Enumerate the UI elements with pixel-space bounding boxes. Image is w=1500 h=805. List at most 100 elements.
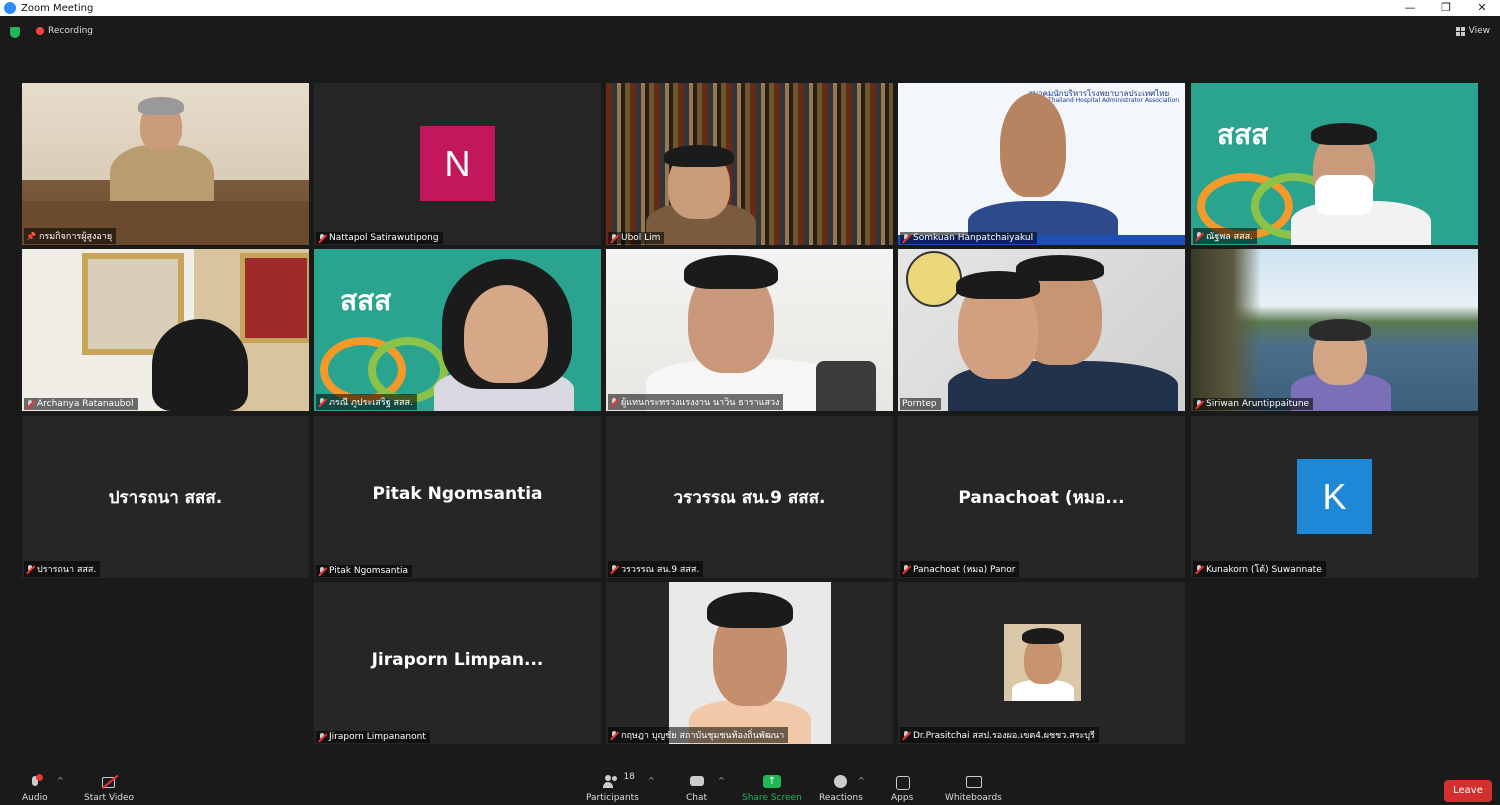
apps-button[interactable]: Apps <box>891 774 913 803</box>
participant-name: กฤษฎา บุญชัย สถาบันชุมชนท้องถิ่นพัฒนา <box>621 731 785 741</box>
video-tile[interactable]: สสส ภรณี ภูประเสริฐ สสส. <box>314 249 601 411</box>
participant-name: Nattapol Satirawutipong <box>329 233 439 243</box>
view-label: View <box>1468 26 1490 36</box>
whiteboards-button[interactable]: Whiteboards <box>945 774 1002 803</box>
video-tile[interactable]: ผู้แทนกระทรวงแรงงาน นาวิน ธาราแสวง <box>606 249 893 411</box>
video-tile[interactable]: กฤษฎา บุญชัย สถาบันชุมชนท้องถิ่นพัฒนา <box>606 582 893 744</box>
participant-name: Jiraporn Limpananont <box>329 732 426 742</box>
close-button[interactable]: ✕ <box>1464 0 1500 16</box>
muted-mic-icon <box>1195 399 1203 409</box>
participant-video <box>606 83 893 245</box>
video-tile-active-speaker[interactable]: Porntep <box>898 249 1185 411</box>
participant-nametag: Jiraporn Limpananont <box>316 731 430 743</box>
participant-video <box>22 249 309 411</box>
video-tile[interactable]: 📌 กรมกิจการผู้สูงอายุ <box>22 83 309 245</box>
participant-name: ภรณี ภูประเสริฐ สสส. <box>329 398 413 408</box>
participant-nametag: กฤษฎา บุญชัย สถาบันชุมชนท้องถิ่นพัฒนา <box>608 727 789 743</box>
participant-nametag: Somkuan Hanpatchaiyakul <box>900 232 1038 244</box>
share-screen-button[interactable]: ↑ Share Screen <box>742 774 802 803</box>
participant-nametag: ปรารถนา สสส. <box>24 561 101 577</box>
chat-options-caret-icon[interactable]: ^ <box>718 776 725 785</box>
participant-display-name: Pitak Ngomsantia <box>372 484 543 504</box>
video-tile[interactable]: Dr.Prasitchai สสป.รองผอ.เขต4.ผชชว.สระบุร… <box>898 582 1185 744</box>
window-titlebar: Zoom Meeting — ❐ ✕ <box>0 0 1500 16</box>
audio-button[interactable]: Audio <box>22 774 48 803</box>
participant-name: กรมกิจการผู้สูงอายุ <box>38 232 113 242</box>
video-tile[interactable]: K Kunakorn (โต้) Suwannate <box>1191 416 1478 578</box>
video-tile[interactable]: N Nattapol Satirawutipong <box>314 83 601 245</box>
background-banner-subtext: Thailand Hospital Administrator Associat… <box>1048 97 1180 104</box>
reactions-button[interactable]: Reactions <box>819 774 863 803</box>
reactions-options-caret-icon[interactable]: ^ <box>858 776 865 785</box>
restore-button[interactable]: ❐ <box>1428 0 1464 16</box>
apps-icon <box>893 774 911 790</box>
chat-button[interactable]: Chat <box>686 774 707 803</box>
participant-nametag: ภรณี ภูประเสริฐ สสส. <box>316 394 417 410</box>
participant-name: Archanya Ratanaubol <box>37 399 134 409</box>
muted-mic-icon <box>610 397 618 407</box>
video-tile[interactable]: Siriwan Aruntippaitune <box>1191 249 1478 411</box>
leave-button[interactable]: Leave <box>1444 780 1492 802</box>
audio-options-caret-icon[interactable]: ^ <box>57 776 64 785</box>
video-tile[interactable]: Panachoat (หมอ... Panachoat (หมอ) Panor <box>898 416 1185 578</box>
avatar: N <box>420 126 495 201</box>
minimize-button[interactable]: — <box>1392 0 1428 16</box>
video-tile[interactable]: ปรารถนา สสส. ปรารถนา สสส. <box>22 416 309 578</box>
participant-name: Dr.Prasitchai สสป.รองผอ.เขต4.ผชชว.สระบุร… <box>913 731 1095 741</box>
participant-display-name: Panachoat (หมอ... <box>958 488 1125 508</box>
participant-nametag: Dr.Prasitchai สสป.รองผอ.เขต4.ผชชว.สระบุร… <box>900 727 1099 743</box>
participant-name: ณัฐพล สสส. <box>1206 232 1253 242</box>
participant-name: Porntep <box>902 399 937 409</box>
smiley-plus-icon <box>832 774 850 790</box>
participant-name: Pitak Ngomsantia <box>329 566 409 576</box>
video-tile[interactable]: Ubol Lim <box>606 83 893 245</box>
muted-mic-icon <box>26 399 34 409</box>
muted-mic-icon <box>318 233 326 243</box>
participant-name: Kunakorn (โต้) Suwannate <box>1206 565 1322 575</box>
start-video-button[interactable]: Start Video <box>84 774 134 803</box>
participants-icon: 18 <box>603 772 635 790</box>
video-tile[interactable]: Archanya Ratanaubol <box>22 249 309 411</box>
participants-button[interactable]: 18 Participants <box>586 772 639 803</box>
participant-video <box>22 83 309 245</box>
start-video-label: Start Video <box>84 793 135 803</box>
muted-mic-icon <box>1195 231 1203 241</box>
audio-label: Audio <box>22 793 48 803</box>
muted-mic-icon <box>902 233 910 243</box>
muted-mic-icon <box>1195 564 1203 574</box>
participants-options-caret-icon[interactable]: ^ <box>648 776 655 785</box>
participant-video <box>898 249 1185 411</box>
participant-nametag: Kunakorn (โต้) Suwannate <box>1193 561 1326 577</box>
participant-name: ผู้แทนกระทรวงแรงงาน นาวิน ธาราแสวง <box>621 398 780 408</box>
participants-label: Participants <box>586 793 639 803</box>
participant-nametag: Pitak Ngomsantia <box>316 565 413 577</box>
security-shield-icon[interactable] <box>10 27 20 38</box>
participant-name: ปรารถนา สสส. <box>37 565 97 575</box>
view-button[interactable]: View <box>1455 26 1490 36</box>
video-tile[interactable]: สสส ณัฐพล สสส. <box>1191 83 1478 245</box>
muted-mic-icon <box>610 564 618 574</box>
meeting-toolbar: Audio ^ Start Video 18 Participants ^ Ch… <box>0 770 1500 805</box>
pin-icon: 📌 <box>26 231 36 241</box>
chat-label: Chat <box>686 793 708 803</box>
muted-mic-icon <box>318 732 326 742</box>
participant-name: วรวรรณ สน.9 สสส. <box>621 565 700 575</box>
participant-nametag: Ubol Lim <box>608 232 665 244</box>
participant-nametag: Panachoat (หมอ) Panor <box>900 561 1020 577</box>
participant-video <box>606 249 893 411</box>
muted-mic-icon <box>318 397 326 407</box>
video-tile[interactable]: สมาคมนักบริหารโรงพยาบาลประเทศไทย Thailan… <box>898 83 1185 245</box>
participant-name: Panachoat (หมอ) Panor <box>913 565 1016 575</box>
recording-indicator[interactable]: Recording <box>36 26 93 36</box>
video-tile[interactable]: วรวรรณ สน.9 สสส. วรวรรณ สน.9 สสส. <box>606 416 893 578</box>
participant-name: Ubol Lim <box>621 233 661 243</box>
apps-label: Apps <box>891 793 914 803</box>
sss-logo: สสส <box>340 284 392 317</box>
participants-count: 18 <box>623 772 635 782</box>
window-controls: — ❐ ✕ <box>1392 0 1500 16</box>
recording-label: Recording <box>48 26 94 36</box>
participant-name: Siriwan Aruntippaitune <box>1206 399 1310 409</box>
muted-mic-icon <box>26 564 34 574</box>
video-tile[interactable]: Jiraporn Limpan... Jiraporn Limpananont <box>314 582 601 744</box>
video-tile[interactable]: Pitak Ngomsantia Pitak Ngomsantia <box>314 416 601 578</box>
